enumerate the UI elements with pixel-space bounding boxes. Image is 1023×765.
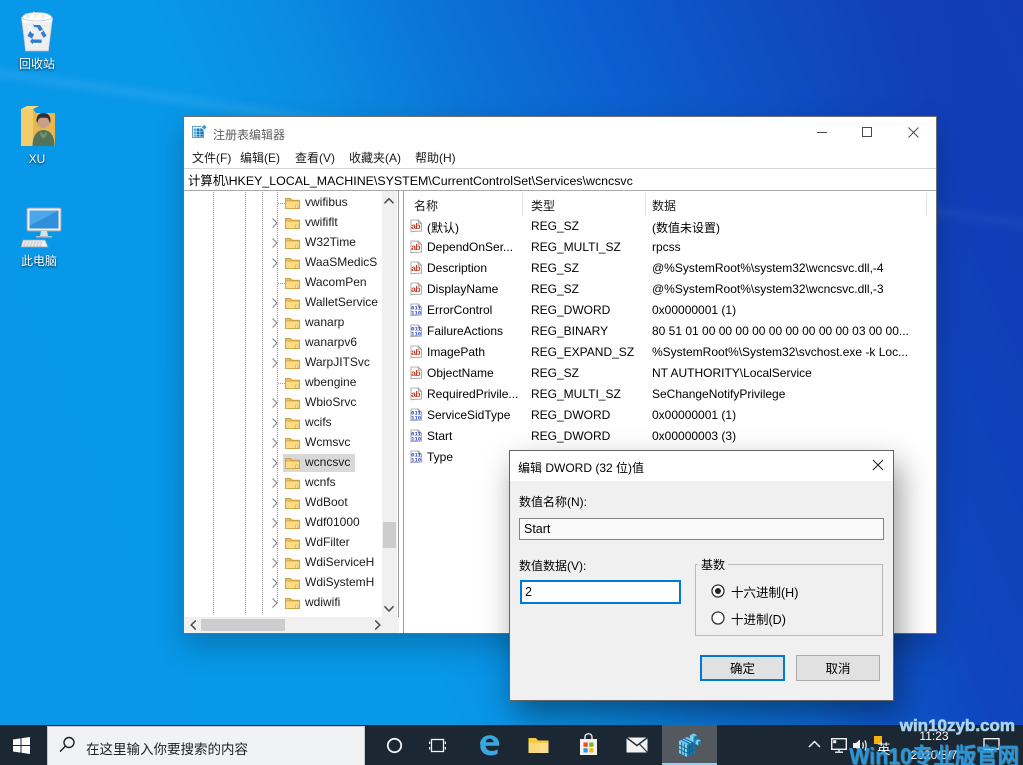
svg-text:ab: ab: [411, 221, 420, 231]
svg-text:ab: ab: [411, 284, 420, 294]
svg-text:110: 110: [411, 436, 422, 443]
svg-text:ab: ab: [411, 389, 420, 399]
svg-text:110: 110: [411, 310, 422, 317]
svg-text:ab: ab: [411, 347, 420, 357]
svg-text:110: 110: [411, 331, 422, 338]
svg-text:ab: ab: [411, 263, 420, 273]
svg-text:110: 110: [411, 457, 422, 464]
svg-text:ab: ab: [411, 242, 420, 252]
svg-text:110: 110: [411, 415, 422, 422]
svg-text:ab: ab: [411, 368, 420, 378]
